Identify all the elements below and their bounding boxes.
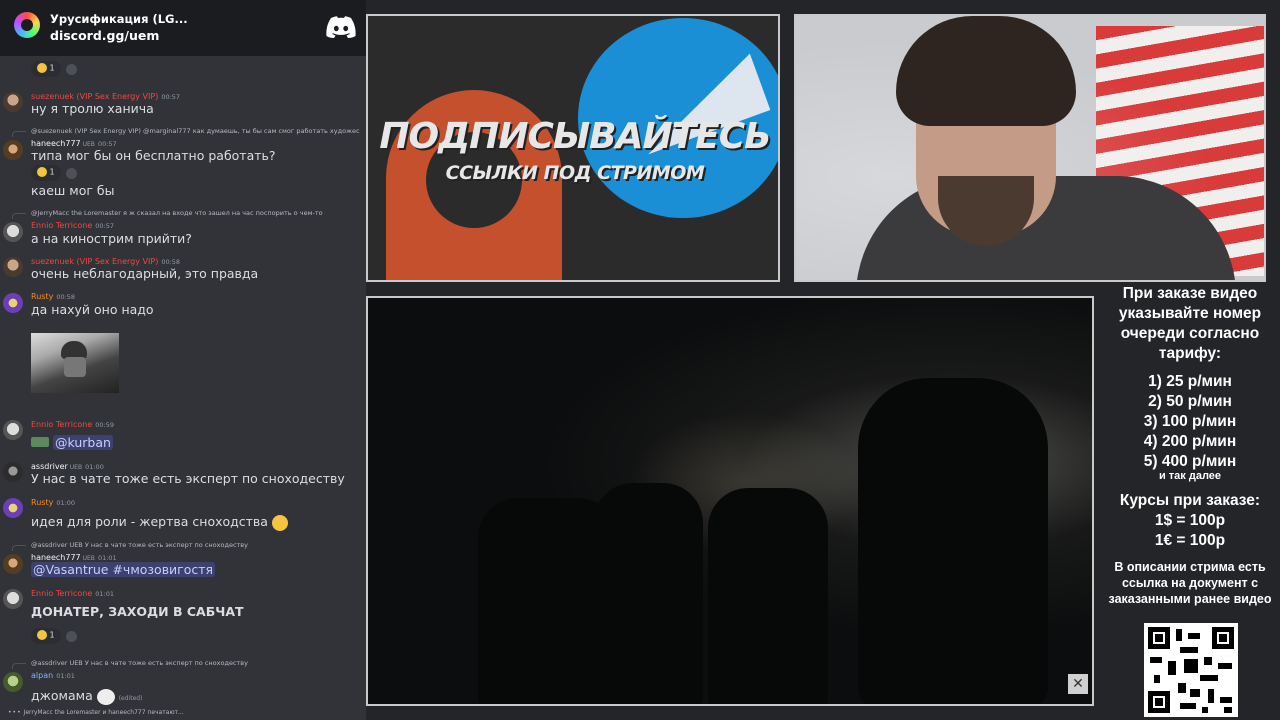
tariff-item: 3) 100 р/мин bbox=[1143, 413, 1237, 430]
rates-heading: Курсы при заказе: bbox=[1119, 492, 1261, 509]
message-author[interactable]: suezenuek (VIP Sex Energy VIP) 00:57 bbox=[31, 92, 180, 101]
watermark-icon: ✕ bbox=[1068, 674, 1088, 694]
emoji-icon bbox=[37, 630, 47, 640]
reply-connector bbox=[12, 131, 26, 137]
message-text: @kurban bbox=[31, 435, 113, 450]
message-text: ДОНАТЕР, ЗАХОДИ В САБЧАТ bbox=[31, 604, 244, 619]
message-author[interactable]: Rusty 01:00 bbox=[31, 498, 75, 507]
figure-silhouette bbox=[708, 488, 828, 704]
order-info-panel: При заказе видео указывайте номер очеред… bbox=[1100, 284, 1280, 720]
message-author[interactable]: Ennio Terricone 00:57 bbox=[31, 221, 114, 230]
user-mention[interactable]: @Vasantrue #чмозовигостя bbox=[31, 562, 216, 577]
attached-image[interactable] bbox=[31, 333, 119, 393]
reply-preview[interactable]: @assdriver UEB У нас в чате тоже есть эк… bbox=[31, 541, 366, 549]
stream-layout: Урусификация (LG... discord.gg/uem 1 sue… bbox=[0, 0, 1280, 720]
avatar[interactable] bbox=[3, 257, 23, 277]
message-text: каеш мог бы bbox=[31, 183, 115, 198]
server-name: Урусификация (LG... bbox=[50, 12, 188, 26]
figure-silhouette bbox=[593, 483, 703, 704]
typing-indicator: ••• JerryMacc the Loremaster и haneech77… bbox=[8, 709, 184, 716]
reaction-pill[interactable]: 1 bbox=[31, 165, 61, 181]
figure-silhouette bbox=[858, 378, 1048, 704]
message-text: ну я тролю ханича bbox=[31, 101, 154, 116]
message-text: очень неблагодарный, это правда bbox=[31, 266, 259, 281]
message-text: а на кинострим прийти? bbox=[31, 231, 192, 246]
emoji-icon bbox=[37, 167, 47, 177]
order-heading: При заказе видео указывайте номер очеред… bbox=[1118, 285, 1262, 362]
avatar[interactable] bbox=[3, 293, 23, 313]
webcam-feed bbox=[794, 14, 1266, 282]
avatar[interactable] bbox=[3, 420, 23, 440]
tariff-more: и так далее bbox=[1158, 470, 1222, 482]
document-note: В описании стрима есть ссылка на докумен… bbox=[1108, 560, 1272, 606]
message-author[interactable]: Ennio Terricone 00:59 bbox=[31, 420, 114, 429]
message-text: да нахуй оно надо bbox=[31, 302, 154, 317]
thinking-emoji-icon bbox=[271, 514, 288, 531]
message-text: @Vasantrue #чмозовигостя bbox=[31, 562, 216, 577]
tariff-item: 4) 200 р/мин bbox=[1143, 433, 1237, 450]
server-invite-link: discord.gg/uem bbox=[50, 28, 160, 43]
server-header: Урусификация (LG... discord.gg/uem bbox=[0, 0, 366, 56]
tariff-item: 5) 400 р/мин bbox=[1143, 453, 1237, 470]
avatar[interactable] bbox=[3, 92, 23, 112]
emoji-icon bbox=[31, 437, 49, 447]
banner-subtitle: ССЫЛКИ ПОД СТРИМОМ bbox=[445, 162, 705, 184]
discord-icon bbox=[326, 16, 356, 38]
ghost-emoji-icon bbox=[96, 688, 115, 705]
rate-item: 1$ = 100р bbox=[1154, 512, 1226, 529]
avatar[interactable] bbox=[3, 554, 23, 574]
message-text: У нас в чате тоже есть эксперт по сноход… bbox=[31, 471, 345, 486]
avatar[interactable] bbox=[3, 589, 23, 609]
subscribe-banner: ПОДПИСЫВАЙТЕСЬ ССЫЛКИ ПОД СТРИМОМ bbox=[366, 14, 780, 282]
message-author[interactable]: alpan 01:01 bbox=[31, 671, 75, 680]
message-text: типа мог бы он бесплатно работать? bbox=[31, 148, 276, 163]
banner-title: ПОДПИСЫВАЙТЕСЬ bbox=[379, 116, 771, 157]
avatar[interactable] bbox=[3, 498, 23, 518]
reply-connector bbox=[12, 213, 26, 219]
add-reaction-icon[interactable] bbox=[66, 168, 77, 179]
avatar[interactable] bbox=[3, 222, 23, 242]
reaction-pill[interactable]: 1 bbox=[31, 61, 61, 77]
tariff-item: 2) 50 р/мин bbox=[1148, 393, 1232, 410]
rates-list: 1$ = 100р 1€ = 100р bbox=[1100, 511, 1280, 551]
rate-item: 1€ = 100р bbox=[1154, 532, 1226, 549]
reply-connector bbox=[12, 663, 26, 669]
server-icon bbox=[14, 12, 40, 38]
add-reaction-icon[interactable] bbox=[66, 64, 77, 75]
discord-chat-panel: Урусификация (LG... discord.gg/uem 1 sue… bbox=[0, 0, 366, 720]
user-mention[interactable]: @kurban bbox=[53, 435, 113, 450]
message-author[interactable]: Rusty 00:58 bbox=[31, 292, 75, 301]
message-author[interactable]: haneech777 UEB 00:57 bbox=[31, 139, 117, 148]
message-text: джомама (edited) bbox=[31, 688, 143, 705]
video-player[interactable]: ✕ bbox=[366, 296, 1094, 706]
tariff-item: 1) 25 р/мин bbox=[1148, 373, 1232, 390]
emoji-icon bbox=[37, 63, 47, 73]
add-reaction-icon[interactable] bbox=[66, 631, 77, 642]
message-text: идея для роли - жертва сноходства bbox=[31, 514, 288, 531]
tariff-list: 1) 25 р/мин 2) 50 р/мин 3) 100 р/мин 4) … bbox=[1100, 372, 1280, 472]
message-author[interactable]: suezenuek (VIP Sex Energy VIP) 00:58 bbox=[31, 257, 180, 266]
avatar[interactable] bbox=[3, 140, 23, 160]
reaction-pill[interactable]: 1 bbox=[31, 628, 61, 644]
avatar[interactable] bbox=[3, 462, 23, 482]
reply-connector bbox=[12, 545, 26, 551]
qr-code-icon[interactable] bbox=[1144, 623, 1238, 717]
reply-preview[interactable]: @suezenuek (VIP Sex Energy VIP) @margina… bbox=[31, 127, 366, 135]
typing-dots-icon: ••• bbox=[8, 709, 22, 716]
message-author[interactable]: haneech777 UEB 01:01 bbox=[31, 553, 117, 562]
message-author[interactable]: Ennio Terricone 01:01 bbox=[31, 589, 114, 598]
reply-preview[interactable]: @JerryMacc the Loremaster я ж сказал на … bbox=[31, 209, 366, 217]
reply-preview[interactable]: @assdriver UEB У нас в чате тоже есть эк… bbox=[31, 659, 366, 667]
avatar[interactable] bbox=[3, 672, 23, 692]
message-author[interactable]: assdriver UEB 01:00 bbox=[31, 462, 104, 471]
